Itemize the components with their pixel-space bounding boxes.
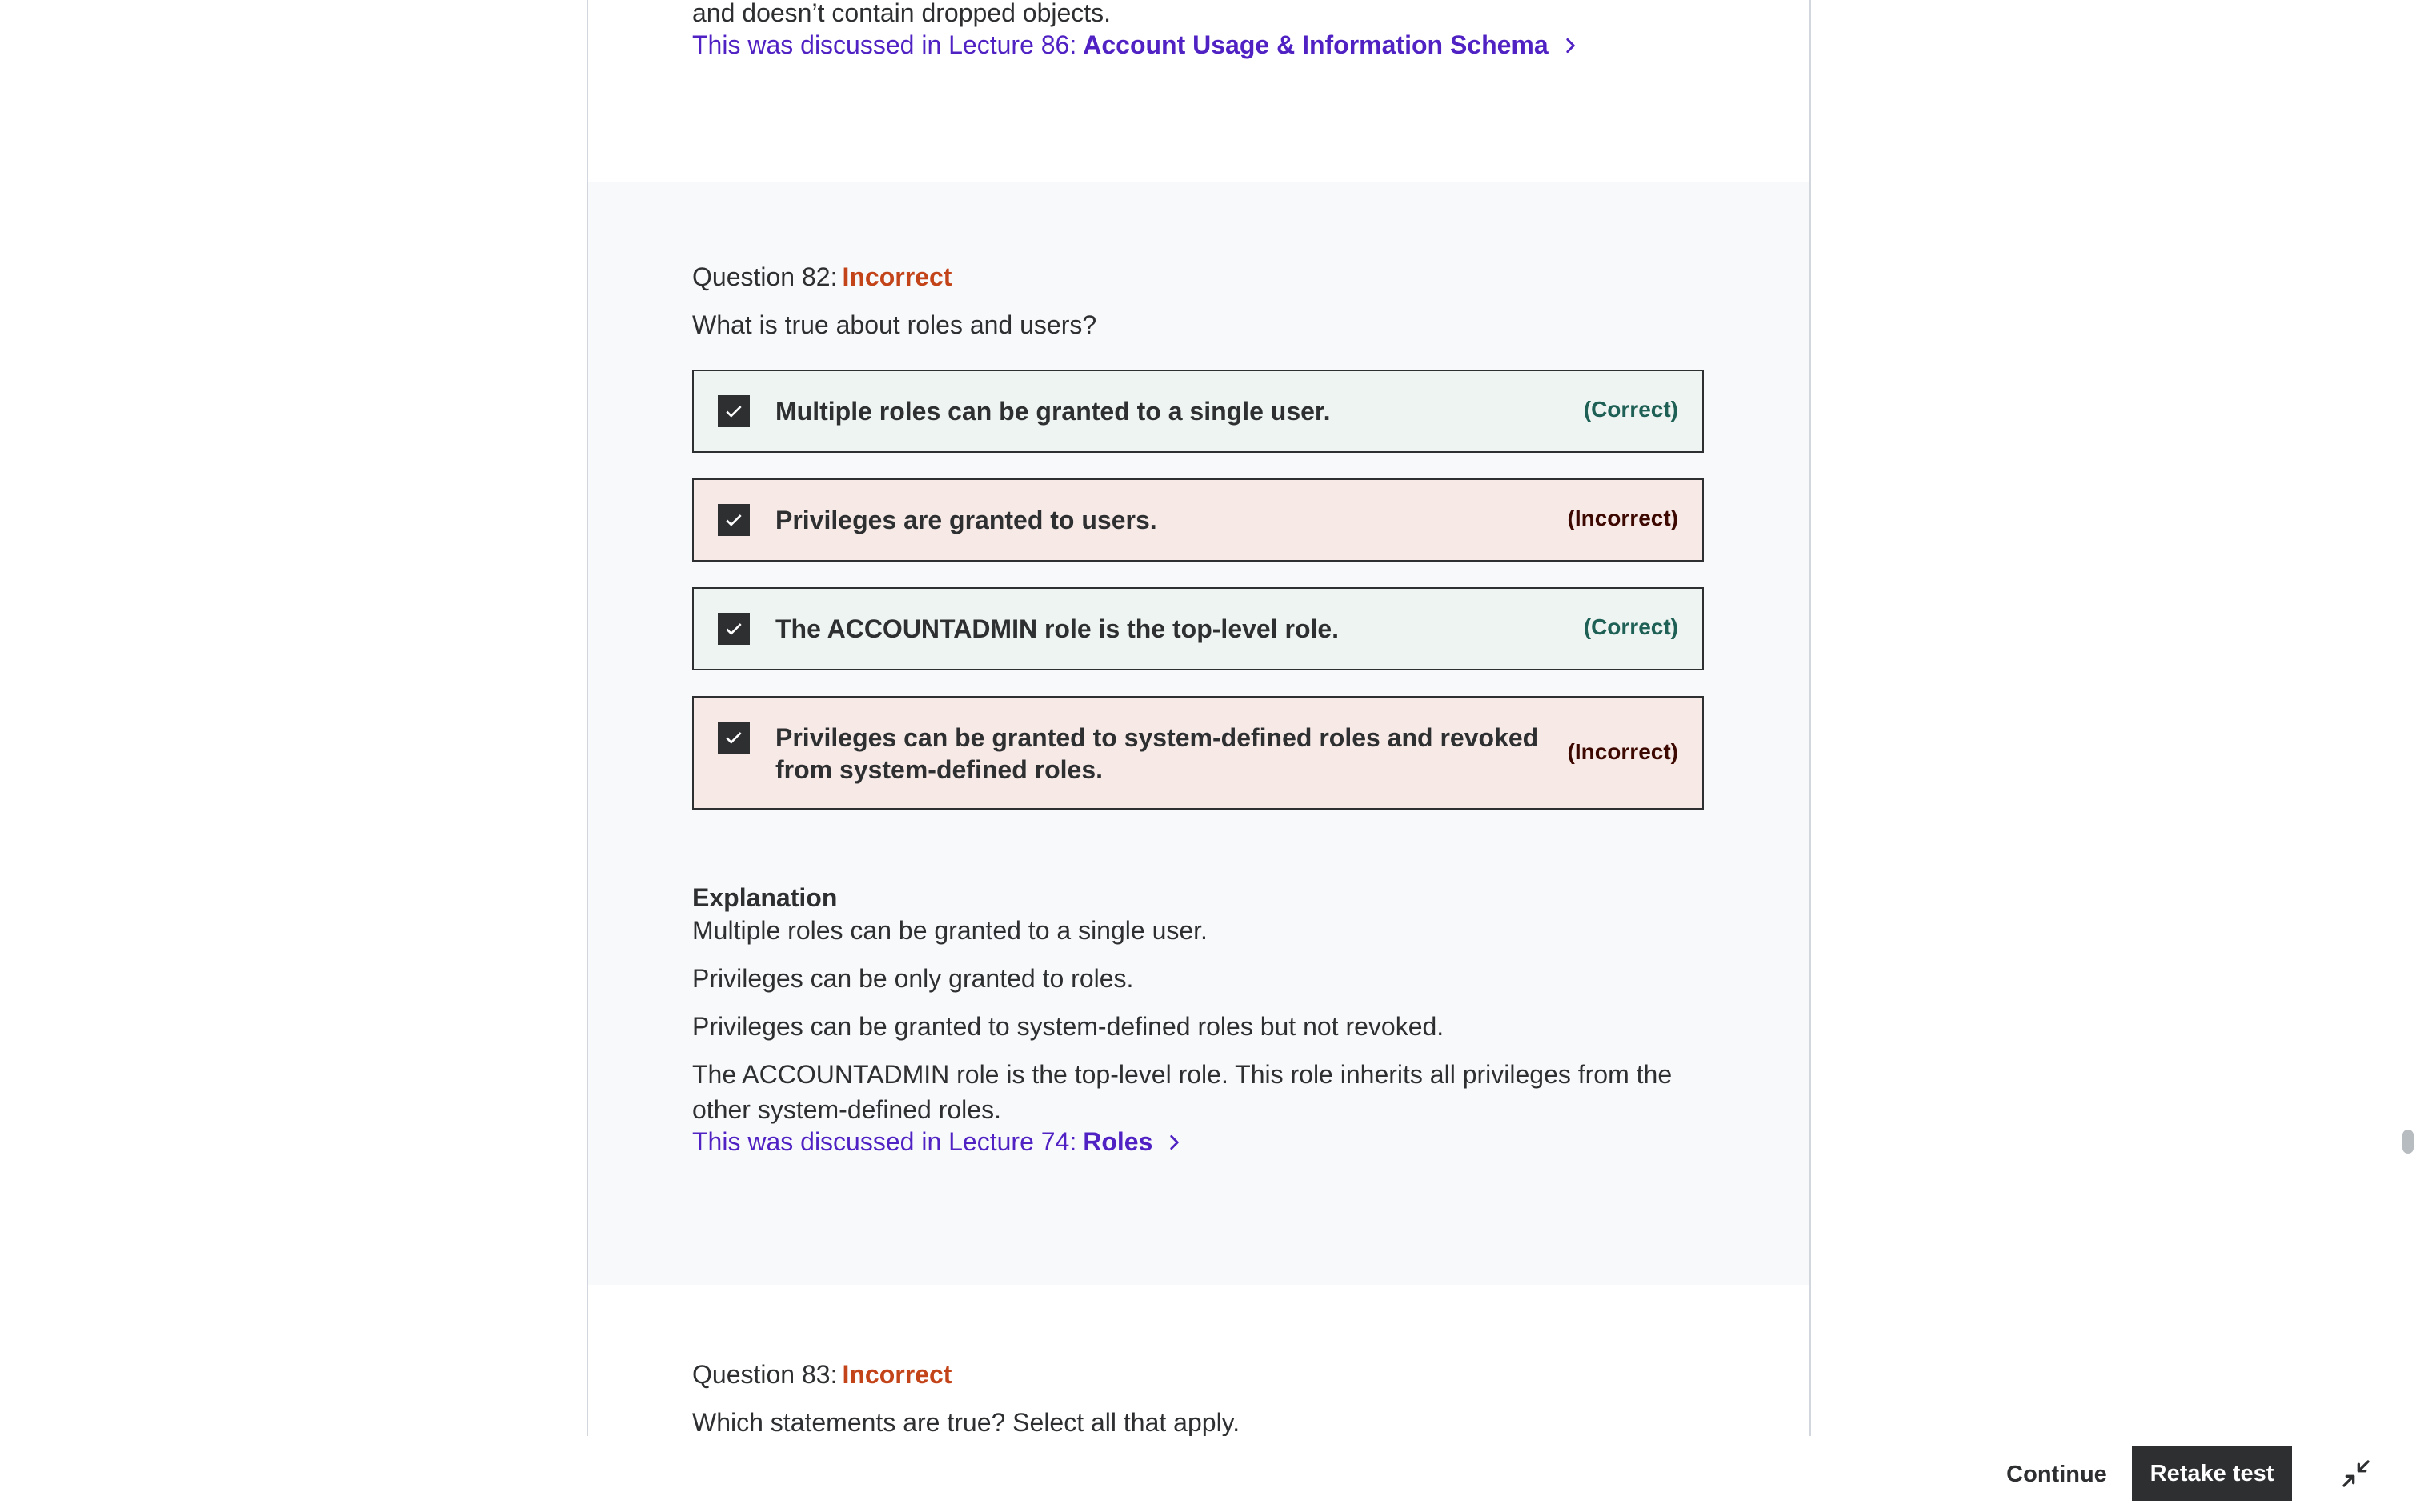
chevron-right-icon: [1566, 38, 1575, 53]
answer-option-3[interactable]: The ACCOUNTADMIN role is the top-level r…: [692, 587, 1704, 670]
lecture-link-prefix: This was discussed in Lecture 86:: [692, 30, 1077, 59]
answer-option-2[interactable]: Privileges are granted to users. (Incorr…: [692, 478, 1704, 562]
question-82-section: Question 82: Incorrect What is true about…: [588, 182, 1809, 1285]
continue-button[interactable]: Continue: [1993, 1448, 2121, 1501]
explanation-paragraph: Privileges can be granted to system-defi…: [692, 1012, 1444, 1041]
explanation-paragraph: Privileges can be only granted to roles.: [692, 964, 1134, 993]
question-83-section: Question 83: Incorrect Which statements a…: [588, 1285, 1809, 1436]
answer-option-text: Multiple roles can be granted to a singl…: [775, 397, 1331, 426]
checkbox-checked[interactable]: [718, 504, 750, 536]
chevron-right-icon: [1170, 1134, 1180, 1150]
answer-result-tag: (Correct): [1583, 614, 1678, 639]
answer-option-text: Privileges can be granted to system-defi…: [775, 723, 1539, 784]
question-83-prompt: Which statements are true? Select all th…: [692, 1408, 1240, 1436]
explanation-paragraph: The ACCOUNTADMIN role is the top-level r…: [692, 1060, 1673, 1124]
lecture-link-title: Account Usage & Information Schema: [1083, 30, 1549, 59]
checkbox-checked[interactable]: [718, 722, 750, 754]
review-content-column: and doesn’t contain dropped objects. Thi…: [587, 0, 1811, 1436]
collapse-arrows-icon[interactable]: [2340, 1458, 2372, 1490]
lecture-86-link[interactable]: This was discussed in Lecture 86: Accoun…: [692, 30, 1707, 60]
answer-result-tag: (Correct): [1583, 397, 1678, 422]
answer-option-text: The ACCOUNTADMIN role is the top-level r…: [775, 614, 1340, 643]
answer-result-tag: (Incorrect): [1567, 506, 1678, 530]
question-82-label: Question 82:: [692, 262, 838, 291]
checkmark-icon: [726, 623, 742, 635]
previous-explanation-text: and doesn’t contain dropped objects.: [692, 0, 1112, 27]
checkmark-icon: [726, 732, 742, 744]
lecture-link-prefix: This was discussed in Lecture 74:: [692, 1127, 1077, 1156]
lecture-link-title: Roles: [1083, 1127, 1153, 1156]
question-83-label: Question 83:: [692, 1360, 838, 1389]
explanation-block: Explanation Multiple roles can be grante…: [692, 883, 1707, 1157]
checkbox-checked[interactable]: [718, 613, 750, 645]
question-83-status: Incorrect: [842, 1360, 952, 1389]
retake-test-button[interactable]: Retake test: [2132, 1446, 2292, 1501]
previous-question-section: and doesn’t contain dropped objects. Thi…: [588, 0, 1809, 182]
answer-result-tag: (Incorrect): [1567, 739, 1678, 764]
answer-option-4[interactable]: Privileges can be granted to system-defi…: [692, 696, 1704, 810]
checkmark-icon: [726, 406, 742, 418]
question-83-header: Question 83: Incorrect: [692, 1357, 1707, 1392]
question-82-status: Incorrect: [842, 262, 952, 291]
question-82-header: Question 82: Incorrect: [692, 259, 1707, 294]
explanation-paragraph: Multiple roles can be granted to a singl…: [692, 916, 1208, 945]
explanation-title: Explanation: [692, 883, 838, 912]
scrollbar-thumb[interactable]: [2402, 1130, 2414, 1154]
lecture-74-link[interactable]: This was discussed in Lecture 74: Roles: [692, 1127, 1707, 1157]
answer-option-1[interactable]: Multiple roles can be granted to a singl…: [692, 370, 1704, 453]
checkmark-icon: [726, 514, 742, 526]
question-82-prompt: What is true about roles and users?: [692, 310, 1097, 339]
answer-option-text: Privileges are granted to users.: [775, 506, 1157, 534]
checkbox-checked[interactable]: [718, 395, 750, 427]
